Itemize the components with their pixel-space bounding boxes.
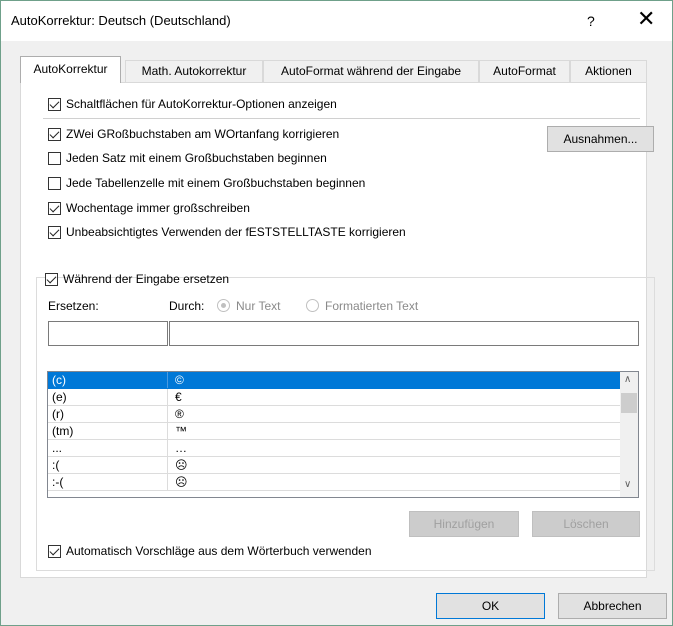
table-row[interactable]: (r) ®: [48, 406, 620, 423]
sentence-cap-label: Jeden Satz mit einem Großbuchstaben begi…: [66, 151, 327, 165]
tab-autoformat-eingabe[interactable]: AutoFormat während der Eingabe: [263, 60, 479, 82]
tab-autoformat[interactable]: AutoFormat: [479, 60, 570, 82]
autocorrect-dialog: AutoKorrektur: Deutsch (Deutschland) ? ✕…: [0, 0, 673, 626]
table-cell-cap-label: Jede Tabellenzelle mit einem Großbuchsta…: [66, 176, 366, 190]
two-caps-label: ZWei GRoßbuchstaben am WOrtanfang korrig…: [66, 127, 340, 141]
table-row[interactable]: (e) €: [48, 389, 620, 406]
replace-from-cell: ...: [52, 441, 63, 455]
dictionary-suggestions-checkbox[interactable]: [48, 545, 61, 558]
replace-from-cell: :-(: [52, 475, 64, 489]
table-cell-cap-checkbox[interactable]: [48, 177, 61, 190]
table-row[interactable]: (tm) ™: [48, 423, 620, 440]
show-buttons-checkbox[interactable]: [48, 98, 61, 111]
tab-aktionen[interactable]: Aktionen: [570, 60, 647, 82]
replace-while-typing-checkbox[interactable]: [45, 273, 58, 286]
table-row[interactable]: ... …: [48, 440, 620, 457]
replace-input[interactable]: [48, 321, 168, 346]
ok-button[interactable]: OK: [436, 593, 545, 619]
option-replace-while-typing[interactable]: Während der Eingabe ersetzen: [45, 272, 229, 289]
replace-from-cell: (c): [52, 373, 66, 387]
replace-to-cell: ©: [175, 373, 184, 387]
replace-from-cell: (e): [52, 390, 67, 404]
plain-text-radio[interactable]: [217, 299, 230, 312]
replace-to-cell: €: [175, 390, 182, 404]
capslock-checkbox[interactable]: [48, 226, 61, 239]
replace-to-cell: ☹: [175, 458, 188, 472]
plain-text-label: Nur Text: [236, 299, 281, 313]
replace-from-cell: (tm): [52, 424, 74, 438]
scroll-up-icon[interactable]: ∧: [624, 374, 631, 385]
separator: [43, 118, 640, 119]
dictionary-suggestions-label: Automatisch Vorschläge aus dem Wörterbuc…: [66, 544, 372, 558]
with-label: Durch:: [169, 299, 205, 313]
cancel-button[interactable]: Abbrechen: [558, 593, 667, 619]
replace-from-cell: (r): [52, 407, 64, 421]
weekdays-checkbox[interactable]: [48, 202, 61, 215]
title-bar: AutoKorrektur: Deutsch (Deutschland) ? ✕: [1, 1, 672, 41]
scroll-down-icon[interactable]: ∨: [624, 479, 631, 490]
table-row[interactable]: (c) ©: [48, 372, 620, 389]
show-buttons-label: Schaltflächen für AutoKorrektur-Optionen…: [66, 97, 337, 111]
weekdays-label: Wochentage immer großschreiben: [66, 201, 250, 215]
help-button[interactable]: ?: [587, 13, 595, 29]
tab-math-autokorrektur[interactable]: Math. Autokorrektur: [125, 60, 263, 82]
replace-to-cell: ®: [175, 407, 184, 421]
replace-to-cell: ☹: [175, 475, 188, 489]
replace-from-cell: :(: [52, 458, 60, 472]
delete-button[interactable]: Löschen: [532, 511, 640, 537]
tab-autokorrektur[interactable]: AutoKorrektur: [20, 56, 121, 83]
table-row[interactable]: :( ☹: [48, 457, 620, 474]
capslock-label: Unbeabsichtigtes Verwenden der fESTSTELL…: [66, 225, 406, 239]
table-row[interactable]: :-( ☹: [48, 474, 620, 491]
scroll-thumb[interactable]: [621, 393, 637, 413]
exceptions-button[interactable]: Ausnahmen...: [547, 126, 654, 152]
formatted-text-label: Formatierten Text: [325, 299, 419, 313]
add-button[interactable]: Hinzufügen: [409, 511, 519, 537]
formatted-text-radio[interactable]: [306, 299, 319, 312]
close-button[interactable]: ✕: [637, 7, 655, 31]
sentence-cap-checkbox[interactable]: [48, 152, 61, 165]
two-caps-checkbox[interactable]: [48, 128, 61, 141]
replace-to-cell: …: [175, 441, 187, 455]
replace-while-typing-label: Während der Eingabe ersetzen: [63, 272, 230, 286]
list-scrollbar[interactable]: ∧ ∨: [620, 372, 638, 497]
replacement-list[interactable]: (c) © (e) € (r) ® (tm) ™ ... … :( ☹:-(…: [47, 371, 639, 498]
replace-label: Ersetzen:: [48, 299, 99, 313]
with-input[interactable]: [169, 321, 639, 346]
window-title: AutoKorrektur: Deutsch (Deutschland): [11, 13, 231, 28]
replace-to-cell: ™: [175, 424, 187, 438]
